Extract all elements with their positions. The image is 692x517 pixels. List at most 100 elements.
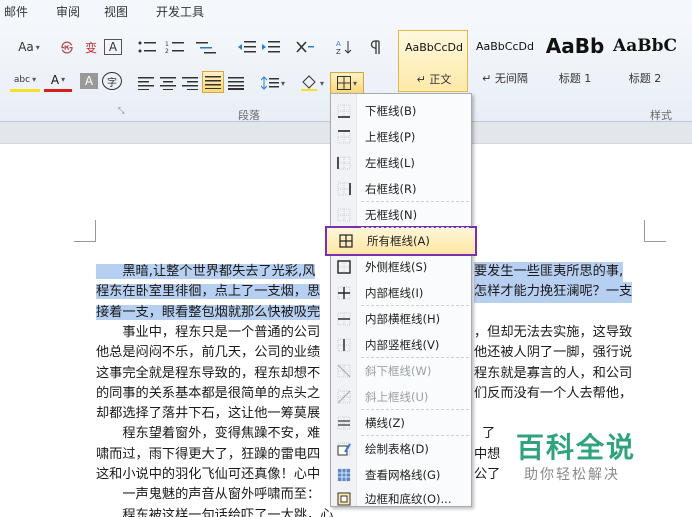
style-name-text: 无间隔: [494, 72, 528, 85]
bullets-icon: [138, 41, 156, 53]
outside-borders-icon: [331, 260, 357, 274]
menu-separator: [361, 201, 469, 202]
paragraph-group-label: 段落: [238, 109, 260, 122]
menu-item-label: 横线(Z): [365, 416, 405, 430]
draw-table-icon: [331, 442, 357, 456]
diagonal-down-border-icon: [331, 364, 357, 378]
page-corner-left: [74, 220, 96, 242]
multilevel-list-button[interactable]: [192, 36, 222, 58]
document-line-right: 怎样才能力挽狂澜呢？一支: [474, 282, 633, 303]
justify-icon: [205, 76, 221, 89]
style-heading-1[interactable]: AaBb 标题 1: [540, 30, 610, 92]
document-line-left: 啸而过，雨下得更大了，狂躁的雷电四: [96, 446, 321, 462]
multilevel-list-icon: [196, 42, 216, 54]
document-line-right: 中想: [474, 446, 501, 462]
document-line-left: 黑暗,让整个世界都失去了光彩,风: [96, 264, 316, 279]
align-center-icon: [160, 77, 176, 90]
document-line-right: 们反而没有一个人去帮他，: [474, 385, 633, 401]
sort-button[interactable]: AZ: [334, 36, 354, 58]
increase-indent-icon: [262, 41, 280, 53]
menu-item-label: 上框线(P): [365, 130, 416, 144]
left-border-icon: [331, 156, 357, 170]
menu-item-label: 内部框线(I): [365, 286, 424, 300]
document-line-right: 了: [482, 426, 496, 442]
inside-horizontal-border-icon: [331, 312, 357, 326]
all-borders-button-icon: [336, 76, 351, 90]
bottom-border-icon: [331, 104, 357, 118]
menu-item-view-gridlines[interactable]: 查看网格线(G): [331, 462, 471, 488]
paint-bucket-icon: [300, 75, 317, 91]
menu-item-right-border[interactable]: 右框线(R): [331, 176, 471, 202]
paragraph-mark-icon: [370, 40, 380, 54]
tab-review[interactable]: 审阅: [56, 3, 80, 20]
menu-item-label: 查看网格线(G): [365, 468, 441, 482]
numbering-button[interactable]: 12: [162, 36, 188, 58]
distribute-icon: [228, 77, 244, 90]
align-center-button[interactable]: [158, 72, 178, 94]
style-heading-2[interactable]: AaBbC 标题 2: [610, 30, 680, 92]
phonetic-guide-button[interactable]: ㉿: [56, 36, 78, 58]
bullets-button[interactable]: [134, 36, 160, 58]
menu-item-all-borders[interactable]: 所有框线(A): [325, 226, 477, 256]
document-line-left: 一声鬼魅的声音从窗外呼啸而至：: [96, 487, 321, 503]
shading-button[interactable]: ▾: [298, 72, 326, 94]
menu-item-inside-borders[interactable]: 内部框线(I): [331, 280, 471, 306]
align-left-button[interactable]: [136, 72, 156, 94]
menu-item-top-border[interactable]: 上框线(P): [331, 124, 471, 150]
menu-item-diagonal-down-border[interactable]: 斜下框线(W): [331, 358, 471, 384]
document-line-left: 接着一支，眼看整包烟就那么快被吸完: [96, 304, 321, 320]
enclosed-char-button[interactable]: 字: [102, 72, 122, 90]
show-marks-button[interactable]: [366, 36, 386, 58]
all-borders-icon: [333, 234, 359, 248]
menu-item-left-border[interactable]: 左框线(L): [331, 150, 471, 176]
justify-button[interactable]: [202, 71, 224, 93]
menu-item-diagonal-up-border[interactable]: 斜上框线(U): [331, 384, 471, 410]
menu-item-outside-borders[interactable]: 外侧框线(S): [331, 254, 471, 280]
menu-item-draw-table[interactable]: 绘制表格(D): [331, 436, 471, 462]
char-border-button[interactable]: 变: [80, 36, 102, 58]
increase-indent-button[interactable]: [260, 36, 282, 58]
menu-item-no-border[interactable]: 无框线(N): [331, 202, 471, 228]
distribute-button[interactable]: [226, 72, 246, 94]
tab-mailings[interactable]: 邮件: [4, 3, 28, 20]
highlight-color-button[interactable]: abc ▾: [10, 70, 40, 92]
decrease-indent-button[interactable]: [236, 36, 258, 58]
style-name: ↵ 正文: [416, 73, 452, 86]
menu-item-inside-vertical-border[interactable]: 内部竖框线(V): [331, 332, 471, 358]
style-name-text: 正文: [429, 73, 452, 86]
page-corner-right: [644, 220, 666, 242]
line-spacing-button[interactable]: ▾: [258, 72, 288, 94]
borders-dropdown-button[interactable]: ▾: [330, 72, 364, 94]
font-dialog-launcher-icon[interactable]: ⤡: [118, 106, 124, 116]
document-line-left: 事业中，程东只是一个普通的公司: [96, 324, 321, 340]
document-line-right: 要发生一些匪夷所思的事,: [474, 262, 624, 283]
menu-item-label: 右框线(R): [365, 182, 417, 196]
menu-item-bottom-border[interactable]: 下框线(B): [331, 98, 471, 124]
top-border-icon: [331, 130, 357, 144]
menu-item-inside-horizontal-border[interactable]: 内部横框线(H): [331, 306, 471, 332]
enclose-char-button[interactable]: A: [104, 39, 122, 55]
style-name: 标题 2: [628, 72, 662, 85]
no-border-icon: [331, 208, 357, 222]
style-sample: AaBbCcDd: [476, 40, 534, 53]
style-normal[interactable]: AaBbCcDd ↵ 正文: [398, 30, 468, 92]
document-line-right: ，但却无法去实施，这导致: [474, 324, 633, 340]
style-no-spacing[interactable]: AaBbCcDd ↵ 无间隔: [470, 30, 540, 92]
menu-item-label: 内部竖框线(V): [365, 338, 440, 352]
change-case-button[interactable]: Aa ▾: [16, 36, 42, 58]
tab-view[interactable]: 视图: [104, 3, 128, 20]
font-color-button[interactable]: A ▾: [44, 70, 72, 92]
enclosed-char-label: 字: [107, 77, 117, 89]
menu-separator: [361, 435, 469, 436]
svg-text:A: A: [336, 40, 341, 48]
menu-item-borders-shading[interactable]: 边框和底纹(O)...: [331, 486, 471, 512]
char-shading-button[interactable]: A: [80, 73, 98, 89]
borders-menu: 下框线(B) 上框线(P) 左框线(L) 右框线(R) 无框线(N) 所有框线(A) 外侧框…: [325, 93, 477, 507]
menu-separator: [361, 409, 469, 410]
char-border-label: 变: [84, 40, 97, 55]
menu-item-horizontal-line[interactable]: 横线(Z): [331, 410, 471, 436]
tab-developer[interactable]: 开发工具: [156, 3, 204, 20]
change-case-label: Aa: [18, 40, 34, 54]
align-right-button[interactable]: [180, 72, 200, 94]
chinese-layout-button[interactable]: [292, 36, 320, 58]
